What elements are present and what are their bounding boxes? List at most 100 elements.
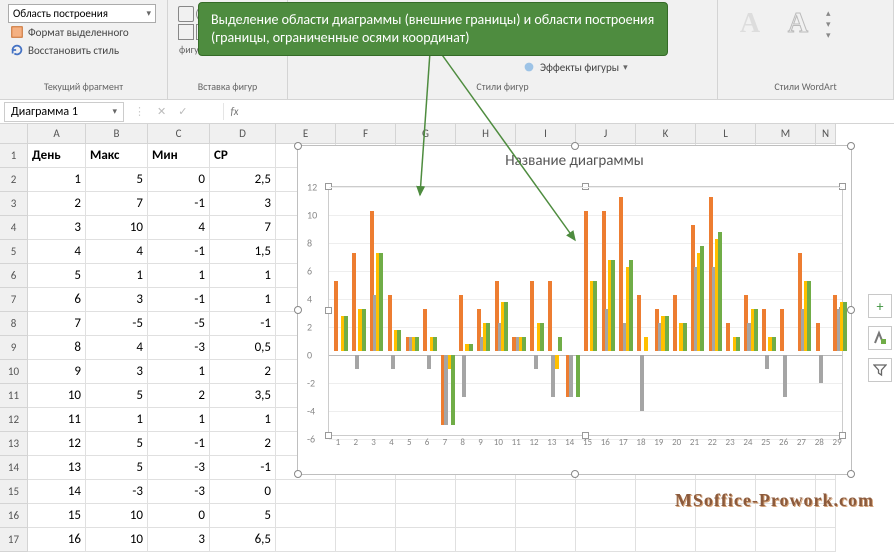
- cell[interactable]: [456, 504, 516, 528]
- cell[interactable]: -1: [148, 288, 210, 312]
- select-all-cell[interactable]: [0, 124, 28, 144]
- cell[interactable]: 2: [148, 384, 210, 408]
- resize-handle[interactable]: [294, 306, 302, 314]
- cell[interactable]: 2: [210, 432, 276, 456]
- cell[interactable]: 12: [28, 432, 86, 456]
- cell[interactable]: -5: [148, 312, 210, 336]
- row-header[interactable]: 11: [0, 384, 28, 408]
- cell[interactable]: 1,5: [210, 240, 276, 264]
- bar[interactable]: [540, 323, 544, 351]
- col-header[interactable]: D: [210, 124, 276, 144]
- cell[interactable]: 1: [148, 408, 210, 432]
- cell[interactable]: 7: [210, 216, 276, 240]
- cell[interactable]: 6,5: [210, 528, 276, 552]
- format-selection-button[interactable]: Формат выделенного: [8, 23, 159, 41]
- cell[interactable]: 16: [28, 528, 86, 552]
- bar[interactable]: [423, 309, 427, 351]
- bar[interactable]: [504, 302, 508, 351]
- bar[interactable]: [334, 281, 338, 351]
- cell[interactable]: 10: [86, 504, 148, 528]
- selection-dropdown[interactable]: Область построения▾: [8, 4, 156, 23]
- row-header[interactable]: 2: [0, 168, 28, 192]
- cell[interactable]: -1: [148, 192, 210, 216]
- bar[interactable]: [718, 232, 722, 351]
- resize-handle[interactable]: [571, 470, 579, 478]
- bar[interactable]: [843, 302, 847, 351]
- col-header[interactable]: B: [86, 124, 148, 144]
- cell[interactable]: 2: [28, 192, 86, 216]
- resize-handle[interactable]: [571, 142, 579, 150]
- resize-handle[interactable]: [294, 470, 302, 478]
- bar[interactable]: [555, 355, 559, 369]
- cell[interactable]: 0: [210, 480, 276, 504]
- cell[interactable]: 6: [28, 288, 86, 312]
- cell[interactable]: 5: [210, 504, 276, 528]
- bar[interactable]: [783, 355, 787, 397]
- cell[interactable]: [396, 480, 456, 504]
- bar[interactable]: [640, 355, 644, 411]
- col-header[interactable]: N: [816, 124, 836, 144]
- cell[interactable]: [816, 528, 836, 552]
- cell[interactable]: [516, 504, 576, 528]
- bar[interactable]: [754, 309, 758, 351]
- cell[interactable]: 0: [148, 504, 210, 528]
- bar[interactable]: [593, 281, 597, 351]
- reset-style-button[interactable]: Восстановить стиль: [8, 41, 159, 59]
- bar[interactable]: [462, 355, 466, 397]
- bar[interactable]: [637, 295, 641, 351]
- plot-resize-handle[interactable]: [325, 307, 332, 314]
- cell[interactable]: 3: [86, 360, 148, 384]
- rect-shape-icon[interactable]: [178, 6, 194, 22]
- cell[interactable]: [576, 528, 636, 552]
- cell[interactable]: 1: [148, 360, 210, 384]
- bar[interactable]: [451, 355, 455, 425]
- cell[interactable]: Мин: [148, 144, 210, 168]
- cell[interactable]: 4: [148, 216, 210, 240]
- bar[interactable]: [415, 337, 419, 351]
- shape-icon[interactable]: [178, 24, 194, 40]
- cell[interactable]: -3: [148, 456, 210, 480]
- shape-effects-button[interactable]: Эффекты фигуры ▾: [520, 58, 630, 76]
- resize-handle[interactable]: [847, 470, 855, 478]
- bar[interactable]: [765, 355, 769, 369]
- cell[interactable]: [456, 480, 516, 504]
- cell[interactable]: 1: [28, 168, 86, 192]
- row-header[interactable]: 5: [0, 240, 28, 264]
- bar[interactable]: [819, 355, 823, 383]
- cell[interactable]: 13: [28, 456, 86, 480]
- row-header[interactable]: 13: [0, 432, 28, 456]
- cell[interactable]: [276, 480, 336, 504]
- col-header[interactable]: E: [276, 124, 336, 144]
- row-header[interactable]: 17: [0, 528, 28, 552]
- cell[interactable]: -3: [148, 336, 210, 360]
- cell[interactable]: [336, 480, 396, 504]
- bar[interactable]: [762, 309, 766, 351]
- bar[interactable]: [534, 355, 538, 369]
- col-header[interactable]: A: [28, 124, 86, 144]
- cell[interactable]: -1: [210, 312, 276, 336]
- bar[interactable]: [388, 295, 392, 351]
- cell[interactable]: [396, 528, 456, 552]
- cell[interactable]: 1: [210, 264, 276, 288]
- bar[interactable]: [807, 281, 811, 351]
- bar[interactable]: [344, 316, 348, 351]
- cell[interactable]: -1: [148, 432, 210, 456]
- bar[interactable]: [644, 337, 648, 351]
- chart-styles-button[interactable]: [868, 326, 892, 350]
- cell[interactable]: [516, 528, 576, 552]
- row-header[interactable]: 10: [0, 360, 28, 384]
- bar[interactable]: [629, 260, 633, 351]
- cell[interactable]: [276, 504, 336, 528]
- worksheet-grid[interactable]: ABCDEFGHIJKLMN 1234567891011121314151617…: [0, 124, 894, 517]
- cell[interactable]: СР: [210, 144, 276, 168]
- cell[interactable]: 5: [86, 168, 148, 192]
- cell[interactable]: 10: [28, 384, 86, 408]
- cell[interactable]: 3: [28, 216, 86, 240]
- cell[interactable]: [336, 528, 396, 552]
- bar[interactable]: [611, 260, 615, 351]
- bar[interactable]: [427, 355, 431, 369]
- cell[interactable]: Макс: [86, 144, 148, 168]
- cell[interactable]: -3: [86, 480, 148, 504]
- cell[interactable]: [576, 480, 636, 504]
- cell[interactable]: [756, 528, 816, 552]
